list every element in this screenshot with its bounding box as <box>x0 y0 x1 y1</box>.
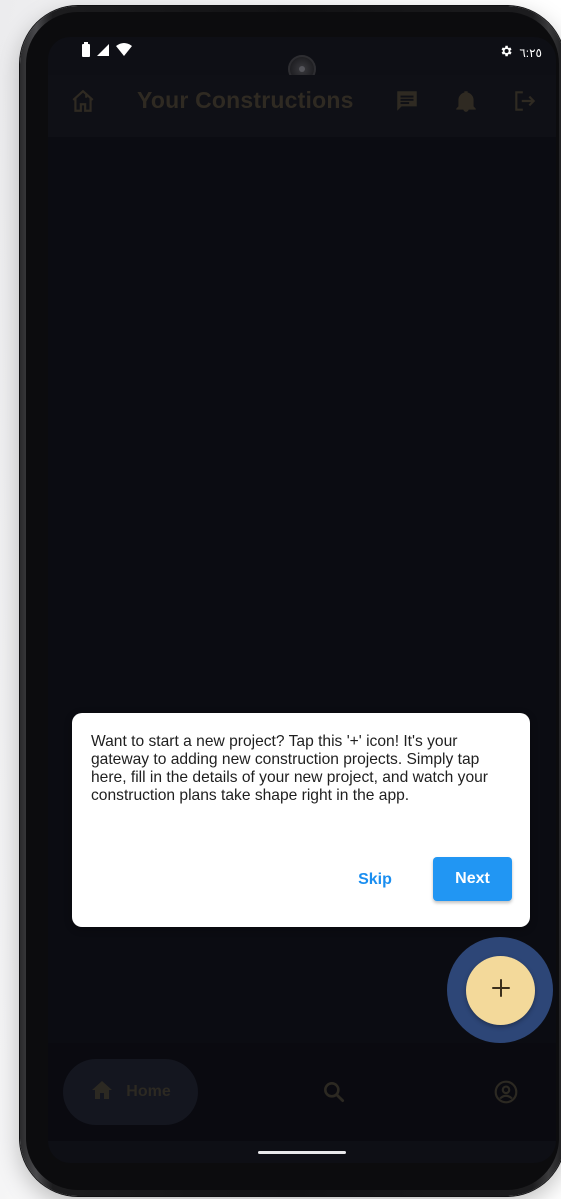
profile-icon[interactable] <box>493 1079 519 1105</box>
tooltip-message: Want to start a new project? Tap this '+… <box>91 733 488 804</box>
status-bar: ٦:٢٥ <box>48 37 556 83</box>
chat-icon[interactable] <box>394 88 420 114</box>
settings-icon <box>499 44 513 61</box>
signal-icon <box>95 42 111 63</box>
nav-item-home-label: Home <box>126 1083 171 1100</box>
plus-icon <box>489 976 513 1005</box>
status-icons-right: ٦:٢٥ <box>499 44 542 61</box>
skip-button[interactable]: Skip <box>347 865 403 895</box>
search-icon[interactable] <box>321 1079 347 1105</box>
status-time: ٦:٢٥ <box>519 45 542 60</box>
battery-icon <box>81 42 91 63</box>
add-project-button[interactable] <box>466 956 535 1025</box>
wifi-icon <box>115 42 133 63</box>
page-title: Your Constructions <box>137 87 354 113</box>
onboarding-tooltip: Want to start a new project? Tap this '+… <box>72 713 530 927</box>
home-outline-icon[interactable] <box>70 88 96 114</box>
logout-icon[interactable] <box>512 88 538 114</box>
nav-item-home[interactable]: Home <box>63 1059 198 1125</box>
status-icons-left <box>81 42 133 63</box>
next-button[interactable]: Next <box>433 857 512 901</box>
notification-bell-icon[interactable] <box>453 88 479 114</box>
gesture-bar[interactable] <box>258 1151 346 1154</box>
bottom-nav: Home <box>48 1043 556 1141</box>
home-icon <box>90 1078 114 1107</box>
page: ٦:٢٥ Your Constructions Home Want to sta… <box>0 0 561 1199</box>
